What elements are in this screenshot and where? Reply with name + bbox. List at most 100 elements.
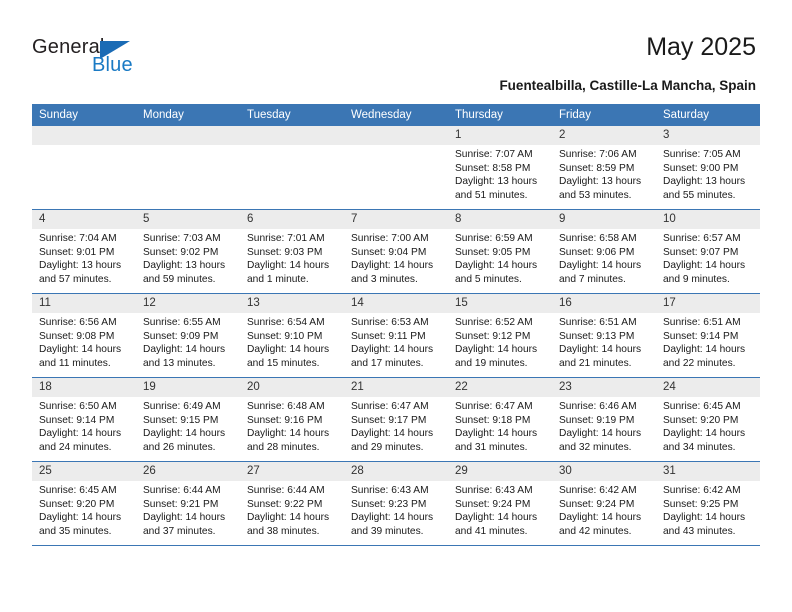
day-sun-info: Sunrise: 6:56 AM Sunset: 9:08 PM Daylight:… — [32, 313, 136, 370]
sunset-text: Sunset: 9:01 PM — [39, 246, 115, 258]
day-sun-info: Sunrise: 6:55 AM Sunset: 9:09 PM Daylight:… — [136, 313, 240, 370]
calendar-day-cell[interactable]: 24 Sunrise: 6:45 AM Sunset: 9:20 PM Dayligh… — [656, 377, 760, 462]
sunset-text: Sunset: 9:10 PM — [247, 330, 323, 342]
calendar-day-cell[interactable]: 27 Sunrise: 6:44 AM Sunset: 9:22 PM Dayligh… — [240, 461, 344, 546]
sunset-text: Sunset: 9:20 PM — [663, 414, 739, 426]
calendar-day-cell[interactable]: 17 Sunrise: 6:51 AM Sunset: 9:14 PM Dayligh… — [656, 293, 760, 378]
sunset-text: Sunset: 8:59 PM — [559, 162, 635, 174]
sunrise-text: Sunrise: 6:50 AM — [39, 401, 117, 412]
calendar-day-cell[interactable]: 28 Sunrise: 6:43 AM Sunset: 9:23 PM Dayligh… — [344, 461, 448, 546]
calendar-day-cell[interactable]: 16 Sunrise: 6:51 AM Sunset: 9:13 PM Dayligh… — [552, 293, 656, 378]
daylight-text: Daylight: 13 hours and 55 minutes. — [663, 176, 746, 201]
daylight-text: Daylight: 14 hours and 19 minutes. — [455, 344, 538, 369]
day-number: 7 — [344, 210, 448, 229]
day-sun-info: Sunrise: 6:50 AM Sunset: 9:14 PM Daylight:… — [32, 397, 136, 454]
calendar-day-cell[interactable]: 29 Sunrise: 6:43 AM Sunset: 9:24 PM Dayligh… — [448, 461, 552, 546]
sunrise-text: Sunrise: 6:54 AM — [247, 317, 325, 328]
calendar-day-cell[interactable]: 12 Sunrise: 6:55 AM Sunset: 9:09 PM Dayligh… — [136, 293, 240, 378]
sunset-text: Sunset: 9:12 PM — [455, 330, 531, 342]
sunrise-text: Sunrise: 7:01 AM — [247, 233, 325, 244]
day-number: 26 — [136, 462, 240, 481]
daylight-text: Daylight: 14 hours and 38 minutes. — [247, 512, 330, 537]
calendar-day-cell[interactable]: 30 Sunrise: 6:42 AM Sunset: 9:24 PM Dayligh… — [552, 461, 656, 546]
calendar-day-cell[interactable]: 6 Sunrise: 7:01 AM Sunset: 9:03 PM Daylight… — [240, 209, 344, 294]
calendar-day-cell[interactable]: 21 Sunrise: 6:47 AM Sunset: 9:17 PM Dayligh… — [344, 377, 448, 462]
day-number: 20 — [240, 378, 344, 397]
day-number: 24 — [656, 378, 760, 397]
day-number: 25 — [32, 462, 136, 481]
sunset-text: Sunset: 9:08 PM — [39, 330, 115, 342]
daylight-text: Daylight: 14 hours and 37 minutes. — [143, 512, 226, 537]
daylight-text: Daylight: 14 hours and 39 minutes. — [351, 512, 434, 537]
sunrise-text: Sunrise: 6:44 AM — [143, 485, 221, 496]
page-title: May 2025 — [646, 33, 756, 61]
brand-logo[interactable]: General Blue — [32, 36, 232, 86]
calendar-day-cell[interactable]: 8 Sunrise: 6:59 AM Sunset: 9:05 PM Daylight… — [448, 209, 552, 294]
sunrise-text: Sunrise: 7:04 AM — [39, 233, 117, 244]
daylight-text: Daylight: 14 hours and 28 minutes. — [247, 428, 330, 453]
calendar-day-cell[interactable]: 14 Sunrise: 6:53 AM Sunset: 9:11 PM Dayligh… — [344, 293, 448, 378]
day-sun-info: Sunrise: 6:44 AM Sunset: 9:21 PM Daylight:… — [136, 481, 240, 538]
daylight-text: Daylight: 14 hours and 7 minutes. — [559, 260, 642, 285]
day-number: 19 — [136, 378, 240, 397]
calendar-body: 1 Sunrise: 7:07 AM Sunset: 8:58 PM Daylight… — [32, 126, 760, 546]
daylight-text: Daylight: 14 hours and 21 minutes. — [559, 344, 642, 369]
daylight-text: Daylight: 14 hours and 17 minutes. — [351, 344, 434, 369]
daylight-text: Daylight: 14 hours and 13 minutes. — [143, 344, 226, 369]
calendar-day-cell[interactable]: 26 Sunrise: 6:44 AM Sunset: 9:21 PM Dayligh… — [136, 461, 240, 546]
calendar-day-cell[interactable]: 15 Sunrise: 6:52 AM Sunset: 9:12 PM Dayligh… — [448, 293, 552, 378]
calendar-day-cell[interactable]: 7 Sunrise: 7:00 AM Sunset: 9:04 PM Daylight… — [344, 209, 448, 294]
daylight-text: Daylight: 14 hours and 11 minutes. — [39, 344, 122, 369]
day-number — [136, 126, 240, 145]
calendar-day-cell[interactable]: 10 Sunrise: 6:57 AM Sunset: 9:07 PM Dayligh… — [656, 209, 760, 294]
day-number: 23 — [552, 378, 656, 397]
day-sun-info: Sunrise: 6:47 AM Sunset: 9:18 PM Daylight:… — [448, 397, 552, 454]
calendar-day-cell[interactable]: 9 Sunrise: 6:58 AM Sunset: 9:06 PM Daylight… — [552, 209, 656, 294]
calendar-day-cell[interactable]: 31 Sunrise: 6:42 AM Sunset: 9:25 PM Dayligh… — [656, 461, 760, 546]
calendar-day-cell[interactable]: 11 Sunrise: 6:56 AM Sunset: 9:08 PM Dayligh… — [32, 293, 136, 378]
weekday-header-thursday: Thursday — [448, 104, 552, 126]
sunrise-text: Sunrise: 6:46 AM — [559, 401, 637, 412]
day-sun-info: Sunrise: 6:45 AM Sunset: 9:20 PM Daylight:… — [32, 481, 136, 538]
calendar-day-cell[interactable]: 23 Sunrise: 6:46 AM Sunset: 9:19 PM Dayligh… — [552, 377, 656, 462]
day-number: 17 — [656, 294, 760, 313]
calendar-day-cell[interactable]: 19 Sunrise: 6:49 AM Sunset: 9:15 PM Dayligh… — [136, 377, 240, 462]
sunrise-text: Sunrise: 7:05 AM — [663, 149, 741, 160]
calendar-day-cell[interactable]: 1 Sunrise: 7:07 AM Sunset: 8:58 PM Daylight… — [448, 126, 552, 210]
sunset-text: Sunset: 9:04 PM — [351, 246, 427, 258]
weekday-header-tuesday: Tuesday — [240, 104, 344, 126]
daylight-text: Daylight: 14 hours and 24 minutes. — [39, 428, 122, 453]
sunrise-text: Sunrise: 7:03 AM — [143, 233, 221, 244]
calendar-week-row: 11 Sunrise: 6:56 AM Sunset: 9:08 PM Dayligh… — [32, 293, 760, 378]
day-number: 22 — [448, 378, 552, 397]
weekday-header-wednesday: Wednesday — [344, 104, 448, 126]
calendar-day-cell[interactable]: 5 Sunrise: 7:03 AM Sunset: 9:02 PM Daylight… — [136, 209, 240, 294]
daylight-text: Daylight: 14 hours and 15 minutes. — [247, 344, 330, 369]
day-number: 31 — [656, 462, 760, 481]
day-number: 10 — [656, 210, 760, 229]
sunrise-text: Sunrise: 7:07 AM — [455, 149, 533, 160]
calendar-cell-empty — [136, 126, 240, 210]
day-number: 4 — [32, 210, 136, 229]
calendar-day-cell[interactable]: 3 Sunrise: 7:05 AM Sunset: 9:00 PM Daylight… — [656, 126, 760, 210]
day-sun-info: Sunrise: 6:45 AM Sunset: 9:20 PM Daylight:… — [656, 397, 760, 454]
calendar-day-cell[interactable]: 18 Sunrise: 6:50 AM Sunset: 9:14 PM Dayligh… — [32, 377, 136, 462]
day-number: 27 — [240, 462, 344, 481]
calendar-day-cell[interactable]: 25 Sunrise: 6:45 AM Sunset: 9:20 PM Dayligh… — [32, 461, 136, 546]
day-number: 5 — [136, 210, 240, 229]
sunrise-text: Sunrise: 6:52 AM — [455, 317, 533, 328]
calendar-day-cell[interactable]: 2 Sunrise: 7:06 AM Sunset: 8:59 PM Daylight… — [552, 126, 656, 210]
sunset-text: Sunset: 9:17 PM — [351, 414, 427, 426]
calendar-day-cell[interactable]: 4 Sunrise: 7:04 AM Sunset: 9:01 PM Daylight… — [32, 209, 136, 294]
calendar-day-cell[interactable]: 13 Sunrise: 6:54 AM Sunset: 9:10 PM Dayligh… — [240, 293, 344, 378]
calendar-cell-empty — [32, 126, 136, 210]
daylight-text: Daylight: 14 hours and 1 minute. — [247, 260, 330, 285]
day-sun-info: Sunrise: 7:04 AM Sunset: 9:01 PM Daylight:… — [32, 229, 136, 286]
day-number: 12 — [136, 294, 240, 313]
calendar-day-cell[interactable]: 20 Sunrise: 6:48 AM Sunset: 9:16 PM Dayligh… — [240, 377, 344, 462]
day-number: 6 — [240, 210, 344, 229]
sunset-text: Sunset: 9:07 PM — [663, 246, 739, 258]
calendar-day-cell[interactable]: 22 Sunrise: 6:47 AM Sunset: 9:18 PM Dayligh… — [448, 377, 552, 462]
daylight-text: Daylight: 14 hours and 41 minutes. — [455, 512, 538, 537]
sunrise-text: Sunrise: 7:06 AM — [559, 149, 637, 160]
